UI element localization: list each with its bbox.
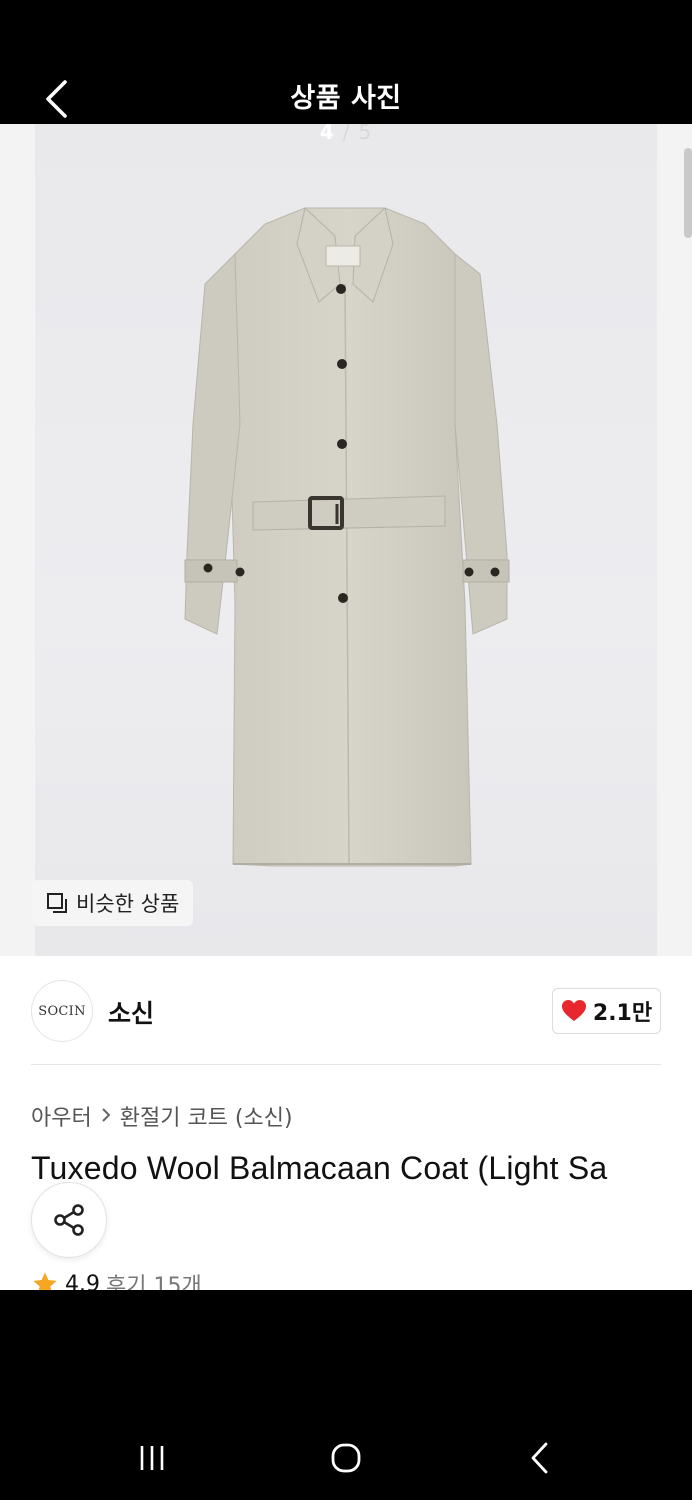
rating-row[interactable]: 4.9 후기 15개 xyxy=(31,1268,202,1290)
similar-products-label: 비슷한 상품 xyxy=(76,892,180,916)
product-info: SOCIN 소신 2.1만 아우터 환절기 코트 (소신) Tuxedo Woo… xyxy=(0,956,692,1290)
product-title: Tuxedo Wool Balmacaan Coat (Light Sa xyxy=(31,1150,608,1186)
photo-counter-separator: / xyxy=(342,120,351,144)
photo-viewer[interactable]: 비슷한 상품 xyxy=(0,124,692,956)
header-bar: 상품 사진 xyxy=(0,0,692,124)
back-icon xyxy=(531,1442,548,1474)
similar-products-button[interactable]: 비슷한 상품 xyxy=(32,880,194,926)
share-button[interactable] xyxy=(31,1182,107,1258)
scrollbar[interactable] xyxy=(684,148,692,238)
home-button[interactable] xyxy=(316,1432,376,1484)
similar-products-icon xyxy=(47,893,67,913)
screen: 상품 사진 비슷한 상품 4 / 5 SOCIN 소신 2.1만 아우터 환절기… xyxy=(0,0,692,1500)
like-count: 2.1만 xyxy=(592,1001,653,1026)
photo-counter: 4 / 5 xyxy=(0,120,692,144)
chevron-right-icon xyxy=(100,1104,112,1128)
recent-apps-button[interactable] xyxy=(122,1432,182,1484)
review-count[interactable]: 후기 15개 xyxy=(106,1268,202,1290)
breadcrumb-item[interactable]: 환절기 코트 (소신) xyxy=(120,1100,293,1132)
home-icon xyxy=(331,1443,361,1473)
breadcrumb: 아우터 환절기 코트 (소신) xyxy=(31,1100,293,1132)
star-icon xyxy=(33,1272,57,1290)
photo-counter-current: 4 xyxy=(319,120,335,144)
recent-apps-icon xyxy=(140,1446,164,1470)
brand-name[interactable]: 소신 xyxy=(108,994,154,1030)
breadcrumb-item[interactable]: 아우터 xyxy=(31,1100,92,1132)
share-icon xyxy=(54,1204,84,1236)
heart-icon xyxy=(561,1000,586,1021)
product-photo[interactable] xyxy=(35,124,657,956)
page-title: 상품 사진 xyxy=(290,83,402,114)
photo-counter-total: 5 xyxy=(358,120,373,144)
brand-logo-text: SOCIN xyxy=(38,1003,86,1019)
system-back-button[interactable] xyxy=(510,1432,570,1484)
like-button[interactable]: 2.1만 xyxy=(552,988,661,1034)
rating-score: 4.9 xyxy=(65,1271,100,1291)
divider xyxy=(31,1064,661,1065)
coat-image xyxy=(184,207,510,867)
brand-logo[interactable]: SOCIN xyxy=(31,980,93,1042)
